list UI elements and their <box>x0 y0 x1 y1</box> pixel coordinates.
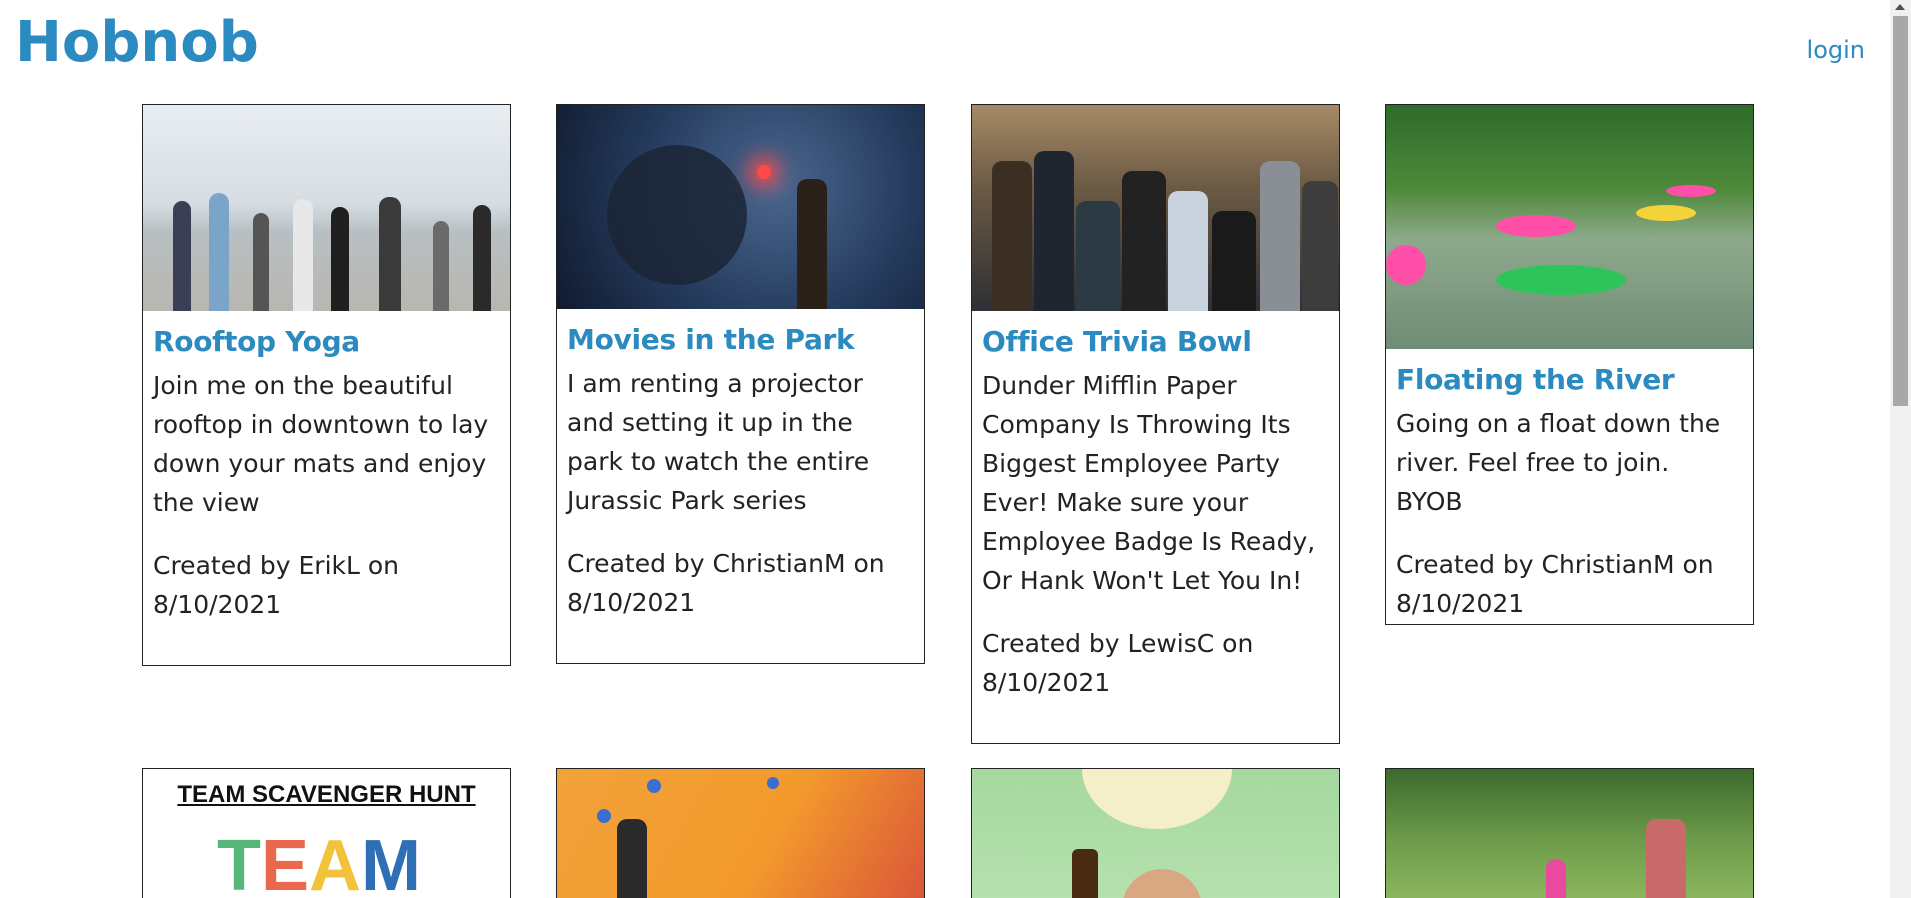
event-image <box>557 769 924 898</box>
event-created-date: 8/10/2021 <box>982 668 1111 697</box>
event-image <box>1386 105 1753 349</box>
event-title[interactable]: Movies in the Park <box>557 309 924 356</box>
scroll-up-arrow-icon[interactable] <box>1895 4 1905 10</box>
event-image: TEAM SCAVENGER HUNT TEAM <box>143 769 510 898</box>
event-card-movies-in-the-park[interactable]: Movies in the Park I am renting a projec… <box>556 104 925 664</box>
event-created: Created by LewisC on 8/10/2021 <box>972 600 1339 730</box>
event-title[interactable]: Floating the River <box>1386 349 1753 396</box>
event-card-office-trivia-bowl[interactable]: Office Trivia Bowl Dunder Mifflin Paper … <box>971 104 1340 744</box>
event-created-date: 8/10/2021 <box>153 590 282 619</box>
event-description: I am renting a projector and setting it … <box>567 369 870 515</box>
event-card-drinking-event[interactable] <box>971 768 1340 898</box>
brand-logo[interactable]: Hobnob <box>15 10 259 75</box>
event-created-date: 8/10/2021 <box>567 588 696 617</box>
event-image <box>972 105 1339 311</box>
event-created-by: Created by ChristianM on <box>1396 550 1714 579</box>
event-card-rooftop-yoga[interactable]: Rooftop Yoga Join me on the beautiful ro… <box>142 104 511 666</box>
event-image <box>557 105 924 309</box>
event-card-rock-climbing[interactable] <box>556 768 925 898</box>
event-created-by: Created by ChristianM on <box>567 549 885 578</box>
event-description: Join me on the beautiful rooftop in down… <box>153 371 489 517</box>
event-created-by: Created by ErikL on <box>153 551 400 580</box>
scavenger-heading: TEAM SCAVENGER HUNT <box>177 781 476 808</box>
event-created: Created by ChristianM on 8/10/2021 <box>1386 521 1753 624</box>
event-card-team-scavenger-hunt[interactable]: TEAM SCAVENGER HUNT TEAM <box>142 768 511 898</box>
event-card-floating-the-river[interactable]: Floating the River Going on a float down… <box>1385 104 1754 625</box>
event-title[interactable]: Office Trivia Bowl <box>972 311 1339 358</box>
page-scrollbar[interactable] <box>1890 0 1911 898</box>
event-image <box>972 769 1339 898</box>
event-image <box>143 105 510 311</box>
event-image <box>1386 769 1753 898</box>
event-description: Going on a float down the river. Feel fr… <box>1396 409 1721 516</box>
event-title[interactable]: Rooftop Yoga <box>143 311 510 358</box>
login-link[interactable]: login <box>1807 36 1865 64</box>
event-card-lawn-games[interactable] <box>1385 768 1754 898</box>
event-description: Dunder Mifflin Paper Company Is Throwing… <box>982 371 1316 595</box>
event-created-by: Created by LewisC on <box>982 629 1254 658</box>
scavenger-team-word: TEAM <box>217 826 421 898</box>
scrollbar-thumb[interactable] <box>1893 16 1908 406</box>
event-created-date: 8/10/2021 <box>1396 589 1525 618</box>
event-created: Created by ErikL on 8/10/2021 <box>143 522 510 652</box>
site-header: Hobnob login <box>0 0 1890 96</box>
event-created: Created by ChristianM on 8/10/2021 <box>557 520 924 650</box>
